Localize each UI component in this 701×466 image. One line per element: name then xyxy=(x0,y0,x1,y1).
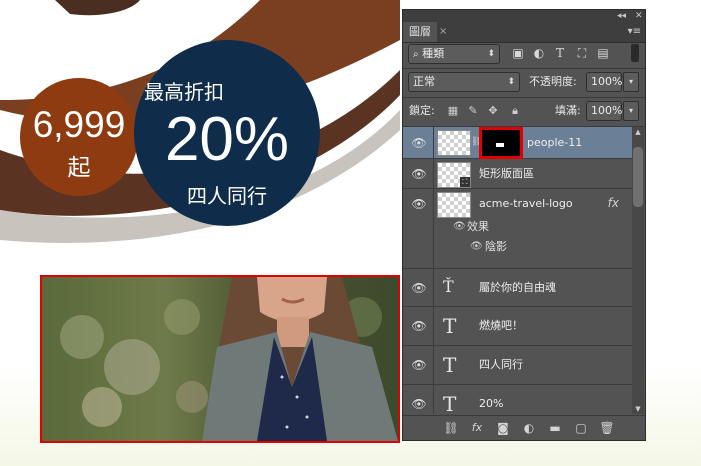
visibility-eye-icon[interactable]: 👁︎ xyxy=(411,320,427,332)
lock-position-icon[interactable]: ✥ xyxy=(485,103,501,119)
tab-close-icon[interactable]: × xyxy=(439,22,447,42)
visibility-eye-icon[interactable]: 👁︎ xyxy=(411,198,427,210)
layer-name[interactable]: 燃燒吧！ xyxy=(479,319,523,333)
text-layer-icon: T xyxy=(443,353,457,377)
scrollbar-thumb[interactable] xyxy=(633,147,643,207)
fill-dropdown-button[interactable]: ▾ xyxy=(623,101,639,121)
layer-filter-select[interactable]: ⌕ 種類 ⬍ xyxy=(408,44,500,64)
layer-effects-icon[interactable]: fx xyxy=(608,196,619,210)
panel-menu-icon[interactable]: ▾≡ xyxy=(628,22,641,42)
filter-shape-icon[interactable]: ⛶ xyxy=(573,44,591,62)
discount-title: 最高折扣 xyxy=(144,80,224,104)
people-photo-image xyxy=(42,277,398,441)
add-layer-style-icon[interactable]: fx xyxy=(469,420,485,436)
price-value: 6,999 xyxy=(32,104,126,145)
layer-row-20-percent[interactable]: 👁︎ T 20% xyxy=(403,385,633,414)
discount-note: 四人同行 xyxy=(187,184,267,208)
lock-label: 鎖定: xyxy=(409,104,435,117)
layer-row-free-spirit[interactable]: 👁︎ Ť 屬於你的自由魂 xyxy=(403,269,633,307)
layers-panel: ◂◂ ✕ 圖層 × ▾≡ ⌕ 種類 ⬍ ▣ ◐ T ⛶ ▤ 正常 ⬍ 不透明度:… xyxy=(402,9,646,441)
warped-text-icon: Ť xyxy=(443,277,454,296)
layer-name[interactable]: acme-travel-logo xyxy=(479,197,573,211)
divider xyxy=(403,68,645,69)
text-layer-icon: T xyxy=(443,392,457,414)
close-panel-icon[interactable]: ✕ xyxy=(635,10,643,22)
layer-name[interactable]: 20% xyxy=(479,397,503,411)
opacity-label: 不透明度: xyxy=(529,75,577,88)
layer-thumbnail xyxy=(437,130,471,156)
new-adjustment-layer-icon[interactable]: ◐ xyxy=(521,420,537,436)
panel-tab-row: 圖層 × ▾≡ xyxy=(403,22,645,43)
panel-title-bar[interactable]: ◂◂ ✕ xyxy=(403,10,645,22)
lock-all-icon[interactable]: 🔒︎ xyxy=(507,103,523,119)
effects-label[interactable]: 效果 xyxy=(467,220,489,234)
blend-mode-value: 正常 xyxy=(413,75,435,88)
discount-value: 20% xyxy=(164,105,290,174)
new-layer-icon[interactable]: ▢ xyxy=(573,420,589,436)
visibility-eye-icon[interactable]: 👁︎ xyxy=(411,168,427,180)
price-suffix: 起 xyxy=(67,155,91,181)
price-badge: 6,999 起 xyxy=(20,78,138,196)
layer-row-four-people[interactable]: 👁︎ T 四人同行 xyxy=(403,346,633,385)
drop-shadow-visibility-icon[interactable]: 👁︎ xyxy=(470,240,483,254)
fill-label: 填滿: xyxy=(555,104,581,117)
layer-thumbnail: ⛶ xyxy=(437,162,471,188)
divider xyxy=(433,307,434,345)
layer-row-rectangle[interactable]: 👁︎ ⛶ 矩形版面區 xyxy=(403,159,633,189)
mask-shape xyxy=(496,143,504,147)
dropdown-arrow-icon: ⬍ xyxy=(507,77,515,87)
divider xyxy=(433,385,434,414)
layer-name[interactable]: people-11 xyxy=(527,136,582,150)
add-mask-icon[interactable]: ◙ xyxy=(495,420,511,436)
scroll-up-icon[interactable]: ▲ xyxy=(632,127,644,137)
new-group-icon[interactable]: ▬ xyxy=(547,420,563,436)
visibility-eye-icon[interactable]: 👁︎ xyxy=(411,398,427,410)
filter-type-icon[interactable]: T xyxy=(551,44,569,62)
collapse-icon[interactable]: ◂◂ xyxy=(617,10,626,22)
divider xyxy=(433,127,434,158)
filter-pixel-icon[interactable]: ▣ xyxy=(509,44,527,62)
layers-list: 👁︎ ⛓ people-11 👁︎ ⛶ 矩形版面區 👁︎ acme-travel… xyxy=(403,127,633,414)
visibility-eye-icon[interactable]: 👁︎ xyxy=(411,282,427,294)
filter-smart-object-icon[interactable]: ▤ xyxy=(594,44,612,62)
fill-input[interactable]: 100% xyxy=(586,101,622,121)
layer-name[interactable]: 屬於你的自由魂 xyxy=(479,281,556,295)
search-icon: ⌕ xyxy=(413,49,419,60)
opacity-input[interactable]: 100% xyxy=(586,72,622,92)
filter-kind-value: 種類 xyxy=(422,47,445,60)
filter-adjustment-icon[interactable]: ◐ xyxy=(530,44,548,62)
lock-image-icon[interactable]: ✎ xyxy=(465,103,481,119)
layer-row-people-11[interactable]: 👁︎ ⛓ people-11 xyxy=(403,127,633,159)
scroll-down-icon[interactable]: ▼ xyxy=(632,404,644,414)
divider xyxy=(433,189,434,268)
people-photo-layer[interactable] xyxy=(40,275,400,443)
blend-mode-select[interactable]: 正常 ⬍ xyxy=(408,72,520,92)
lock-transparent-icon[interactable]: ▦ xyxy=(445,103,461,119)
dropdown-arrow-icon: ⬍ xyxy=(487,49,495,59)
layer-name[interactable]: 四人同行 xyxy=(479,358,523,372)
panel-bottom-toolbar: ⛓ fx ◙ ◐ ▬ ▢ 🗑︎ xyxy=(403,415,645,440)
divider xyxy=(433,269,434,306)
layer-row-acme-travel-logo[interactable]: 👁︎ acme-travel-logo fx 👁︎ 效果 👁︎ 陰影 xyxy=(403,189,633,269)
link-layers-icon[interactable]: ⛓ xyxy=(443,420,459,436)
divider xyxy=(433,159,434,188)
effect-drop-shadow[interactable]: 陰影 xyxy=(485,240,507,254)
discount-badge: 最高折扣 20% 四人同行 xyxy=(134,40,320,226)
filter-toggle[interactable] xyxy=(631,44,639,62)
divider xyxy=(433,346,434,384)
visibility-eye-icon[interactable]: 👁︎ xyxy=(411,137,427,149)
text-layer-icon: T xyxy=(443,314,457,338)
layers-scrollbar[interactable]: ▲ ▼ xyxy=(632,127,644,414)
opacity-dropdown-button[interactable]: ▾ xyxy=(623,72,639,92)
delete-layer-icon[interactable]: 🗑︎ xyxy=(599,420,615,436)
tab-layers[interactable]: 圖層 xyxy=(403,22,437,42)
layer-row-burn[interactable]: 👁︎ T 燃燒吧！ xyxy=(403,307,633,346)
visibility-eye-icon[interactable]: 👁︎ xyxy=(411,359,427,371)
layer-thumbnail xyxy=(437,192,471,218)
layer-mask-thumbnail[interactable] xyxy=(479,127,523,159)
effects-visibility-icon[interactable]: 👁︎ xyxy=(453,220,466,234)
divider xyxy=(403,97,645,98)
shape-layer-icon: ⛶ xyxy=(460,177,470,187)
layer-name[interactable]: 矩形版面區 xyxy=(479,167,534,181)
